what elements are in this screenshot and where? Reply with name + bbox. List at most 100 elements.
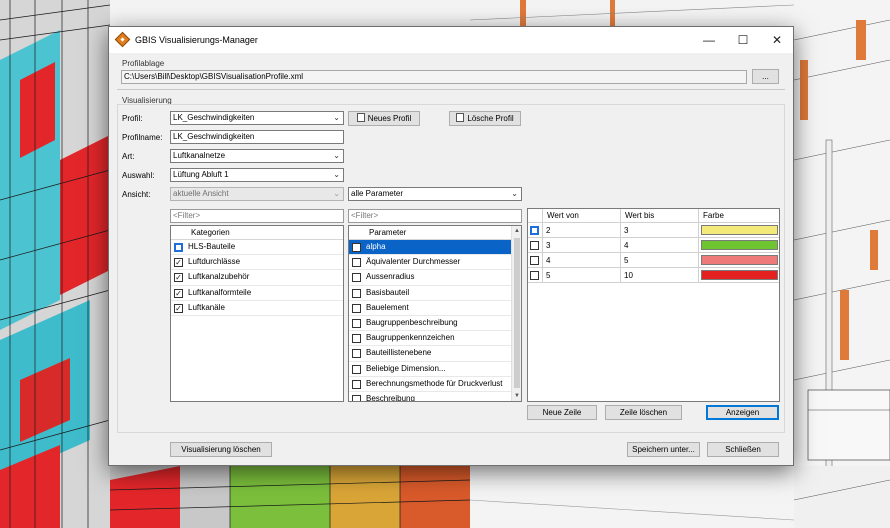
minimize-button[interactable]: — xyxy=(692,27,726,53)
kategorie-checkbox[interactable]: ✓ xyxy=(174,258,183,268)
ansicht-label: Ansicht: xyxy=(122,190,151,199)
row-select-cell[interactable] xyxy=(528,268,543,283)
farbe-cell[interactable] xyxy=(699,268,779,283)
kategorie-row[interactable]: ✓ Luftkanalzubehör xyxy=(171,270,343,286)
profil-path-field[interactable]: C:\Users\Bill\Desktop\GBISVisualisationP… xyxy=(121,70,747,84)
browse-button[interactable]: ... xyxy=(752,69,779,84)
parameter-checkbox[interactable] xyxy=(352,318,361,328)
delete-document-icon xyxy=(456,113,465,122)
row-checkbox[interactable] xyxy=(530,256,539,265)
parameter-row[interactable]: Basisbauteil xyxy=(349,286,511,301)
wert-bis-header: Wert bis xyxy=(621,209,699,223)
parameter-scrollbar[interactable]: ▲ ▼ xyxy=(511,226,521,401)
window-title: GBIS Visualisierungs-Manager xyxy=(135,35,258,45)
chevron-down-icon: ⌄ xyxy=(333,113,340,122)
parameter-row[interactable]: Bauteillistenebene xyxy=(349,346,511,362)
wert-bis-cell[interactable]: 5 xyxy=(621,253,699,268)
title-bar[interactable]: GBIS Visualisierungs-Manager — ☐ ✕ xyxy=(109,27,793,53)
visualisierung-loeschen-button[interactable]: Visualisierung löschen xyxy=(170,442,272,457)
parameter-row[interactable]: Bauelement xyxy=(349,301,511,316)
color-swatch[interactable] xyxy=(701,240,778,250)
wert-von-cell[interactable]: 2 xyxy=(543,223,621,238)
parameter-row[interactable]: Baugruppenbeschreibung xyxy=(349,316,511,332)
anzeigen-button[interactable]: Anzeigen xyxy=(706,405,779,420)
profilablage-group-label: Profilablage xyxy=(122,59,165,68)
farbe-cell[interactable] xyxy=(699,223,779,238)
parameter-label: Beschreibung xyxy=(366,393,415,402)
wert-bis-cell[interactable]: 10 xyxy=(621,268,699,283)
wert-von-cell[interactable]: 4 xyxy=(543,253,621,268)
wert-bis-cell[interactable]: 3 xyxy=(621,223,699,238)
wert-von-cell[interactable]: 3 xyxy=(543,238,621,253)
parameter-row[interactable]: Aussenradius xyxy=(349,270,511,286)
parameter-row[interactable]: Berechnungsmethode für Druckverlust xyxy=(349,377,511,392)
parameter-row[interactable]: Äquivalenter Durchmesser xyxy=(349,255,511,271)
chevron-down-icon: ⌄ xyxy=(333,151,340,160)
parameter-row[interactable]: Beliebige Dimension... xyxy=(349,362,511,377)
row-select-cell[interactable] xyxy=(528,238,543,253)
scroll-up-icon[interactable]: ▲ xyxy=(512,226,521,236)
color-swatch[interactable] xyxy=(701,255,778,265)
parameter-row[interactable]: alpha xyxy=(349,240,511,256)
parameter-checkbox[interactable] xyxy=(352,273,361,283)
parameter-checkbox[interactable] xyxy=(352,379,361,389)
kategorie-checkbox[interactable]: ✓ xyxy=(174,273,183,283)
kategorie-row[interactable]: ✓ Luftkanalformteile xyxy=(171,286,343,301)
art-dropdown[interactable]: Luftkanalnetze ⌄ xyxy=(170,149,344,163)
grid-corner xyxy=(528,209,543,223)
color-swatch[interactable] xyxy=(701,270,778,280)
auswahl-dropdown[interactable]: Lüftung Abluft 1 ⌄ xyxy=(170,168,344,182)
parameter-row[interactable]: Beschreibung xyxy=(349,392,511,402)
schliessen-button[interactable]: Schließen xyxy=(707,442,779,457)
parameter-checkbox[interactable] xyxy=(352,364,361,374)
parameter-label: Aussenradius xyxy=(366,272,415,282)
kategorie-checkbox[interactable] xyxy=(174,243,183,252)
parameter-row[interactable]: Baugruppenkennzeichen xyxy=(349,331,511,347)
kategorie-checkbox[interactable]: ✓ xyxy=(174,303,183,313)
farbe-cell[interactable] xyxy=(699,253,779,268)
profil-dropdown[interactable]: LK_Geschwindigkeiten ⌄ xyxy=(170,111,344,125)
auswahl-dropdown-value: Lüftung Abluft 1 xyxy=(173,170,229,179)
neues-profil-button[interactable]: Neues Profil xyxy=(348,111,420,126)
parameter-label: Bauteillistenebene xyxy=(366,348,432,358)
scroll-thumb[interactable] xyxy=(514,238,520,388)
kategorie-row[interactable]: ✓ Luftkanäle xyxy=(171,301,343,316)
parameter-filter-dropdown[interactable]: alle Parameter ⌄ xyxy=(348,187,522,201)
kategorie-label: Luftdurchlässe xyxy=(188,257,241,267)
parameter-checkbox[interactable] xyxy=(352,394,361,401)
zeile-loeschen-button[interactable]: Zeile löschen xyxy=(605,405,682,420)
ansicht-dropdown: aktuelle Ansicht ⌄ xyxy=(170,187,344,201)
parameter-checkbox[interactable] xyxy=(352,349,361,359)
scroll-down-icon[interactable]: ▼ xyxy=(512,391,521,401)
wert-von-header: Wert von xyxy=(543,209,621,223)
speichern-unter-button[interactable]: Speichern unter... xyxy=(627,442,700,457)
profilname-input[interactable]: LK_Geschwindigkeiten xyxy=(170,130,344,144)
row-select-cell[interactable] xyxy=(528,253,543,268)
parameter-checkbox[interactable] xyxy=(352,303,361,313)
row-select-cell[interactable] xyxy=(528,223,543,238)
parameter-checkbox[interactable] xyxy=(352,288,361,298)
parameter-checkbox[interactable] xyxy=(352,334,361,344)
kategorie-row[interactable]: HLS-Bauteile xyxy=(171,240,343,256)
profil-dropdown-value: LK_Geschwindigkeiten xyxy=(173,113,255,122)
ansicht-dropdown-value: aktuelle Ansicht xyxy=(173,189,229,198)
close-button[interactable]: ✕ xyxy=(760,27,794,53)
farbe-cell[interactable] xyxy=(699,238,779,253)
werte-grid: Wert von Wert bis Farbe 2 3 3 4 4 5 5 10 xyxy=(527,208,780,402)
parameter-label: Baugruppenkennzeichen xyxy=(366,333,455,343)
row-checkbox[interactable] xyxy=(530,226,539,235)
wert-von-cell[interactable]: 5 xyxy=(543,268,621,283)
neue-zeile-button[interactable]: Neue Zeile xyxy=(527,405,597,420)
parameter-checkbox[interactable] xyxy=(352,243,361,252)
wert-bis-cell[interactable]: 4 xyxy=(621,238,699,253)
kategorien-filter-input[interactable]: <Filter> xyxy=(170,209,344,223)
row-checkbox[interactable] xyxy=(530,241,539,250)
kategorie-row[interactable]: ✓ Luftdurchlässe xyxy=(171,255,343,271)
row-checkbox[interactable] xyxy=(530,271,539,280)
maximize-button[interactable]: ☐ xyxy=(726,27,760,53)
loesche-profil-button[interactable]: Lösche Profil xyxy=(449,111,521,126)
parameter-filter-input[interactable]: <Filter> xyxy=(348,209,522,223)
kategorie-checkbox[interactable]: ✓ xyxy=(174,288,183,298)
color-swatch[interactable] xyxy=(701,225,778,235)
parameter-checkbox[interactable] xyxy=(352,258,361,268)
